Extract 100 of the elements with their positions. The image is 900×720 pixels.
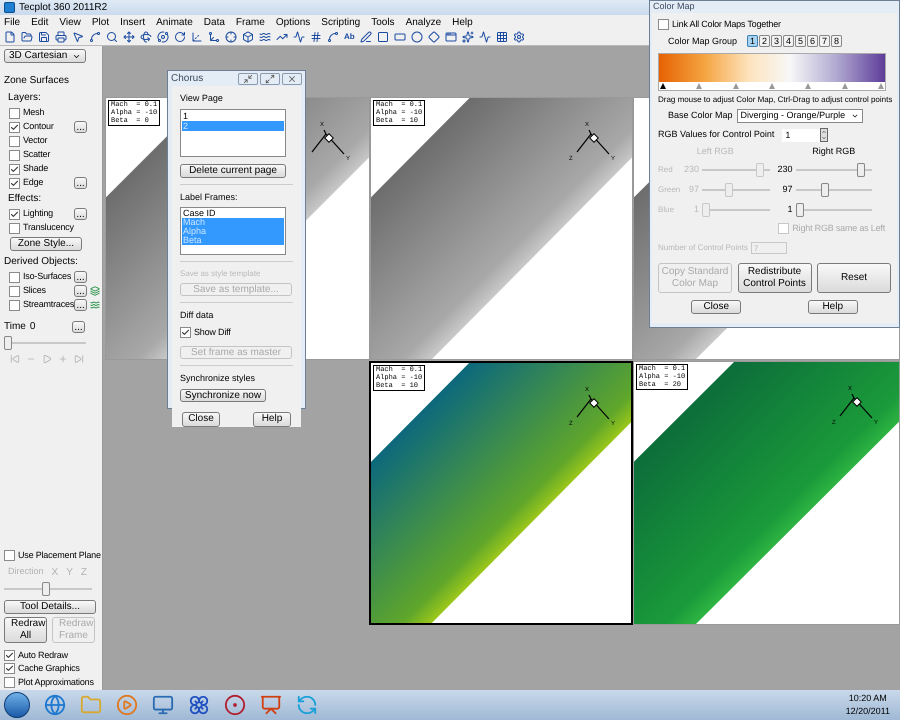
axes-icon[interactable] — [191, 31, 203, 43]
synchronize-button[interactable]: Synchronize now — [180, 388, 266, 402]
rotate-icon[interactable] — [174, 31, 186, 43]
orbit-icon[interactable] — [157, 31, 169, 43]
curve-icon[interactable] — [327, 31, 339, 43]
target-icon[interactable] — [224, 694, 246, 716]
dialog-button[interactable]: Help — [808, 300, 858, 314]
checkbox[interactable] — [9, 164, 20, 174]
menu-item[interactable]: Help — [452, 14, 473, 30]
group-button[interactable]: 3 — [771, 35, 782, 48]
grid-icon[interactable] — [496, 31, 508, 43]
diamond-icon[interactable] — [428, 31, 440, 43]
checkbox[interactable] — [4, 663, 15, 674]
checkbox[interactable] — [9, 286, 20, 296]
zoom-icon[interactable] — [106, 31, 118, 43]
wave-icon[interactable] — [90, 300, 100, 310]
more-button[interactable]: ... — [74, 299, 88, 311]
group-button[interactable]: 7 — [819, 35, 830, 48]
checkbox[interactable] — [9, 272, 20, 282]
maximize-icon[interactable] — [260, 72, 280, 84]
control-point-marker[interactable] — [805, 83, 812, 89]
more-button[interactable]: ... — [74, 177, 87, 189]
slider-thumb[interactable] — [796, 202, 804, 216]
square-icon[interactable] — [376, 31, 389, 43]
close-icon[interactable] — [282, 72, 302, 84]
monitor-icon[interactable] — [152, 694, 174, 716]
control-point-marker[interactable] — [842, 83, 848, 89]
group-button[interactable]: 6 — [807, 35, 818, 48]
plot-type-dropdown[interactable]: 3D Cartesian — [4, 49, 86, 63]
dialog-button[interactable]: Close — [182, 412, 220, 426]
slider[interactable] — [4, 582, 92, 596]
checkbox[interactable] — [9, 122, 20, 132]
pen-icon[interactable] — [360, 31, 372, 43]
checkbox[interactable] — [4, 676, 15, 688]
slider[interactable] — [796, 182, 872, 196]
color-bar[interactable] — [658, 53, 886, 91]
checkbox[interactable] — [9, 150, 20, 160]
checkbox[interactable] — [9, 222, 20, 234]
more-button[interactable]: ... — [74, 121, 87, 133]
slides-icon[interactable] — [260, 694, 282, 716]
group-button[interactable]: 2 — [759, 35, 770, 48]
list-item[interactable]: Case ID — [182, 209, 284, 218]
menu-item[interactable]: Edit — [31, 14, 48, 30]
control-point-marker[interactable] — [732, 83, 739, 89]
menu-item[interactable]: View — [59, 14, 81, 30]
menu-item[interactable]: Analyze — [406, 14, 442, 30]
checkbox[interactable] — [9, 178, 20, 188]
slider[interactable] — [796, 202, 872, 216]
slider[interactable] — [702, 182, 770, 196]
pointer-icon[interactable] — [72, 31, 84, 43]
more-button[interactable]: ... — [74, 285, 87, 297]
settings-icon[interactable] — [512, 31, 525, 43]
menu-item[interactable]: Animate — [156, 14, 193, 30]
menu-item[interactable]: Scripting — [321, 14, 360, 30]
list-item[interactable]: 1 — [182, 110, 284, 120]
slider-thumb[interactable] — [821, 182, 830, 196]
control-point-marker[interactable] — [768, 83, 775, 89]
slider[interactable] — [702, 162, 770, 176]
checkbox[interactable] — [9, 208, 20, 220]
grid-icon[interactable] — [310, 31, 322, 43]
printer-icon[interactable] — [55, 31, 67, 43]
dialog-button[interactable]: Close — [691, 300, 742, 314]
menu-item[interactable]: Insert — [120, 14, 146, 30]
slider-thumb[interactable] — [4, 336, 12, 350]
redraw-button[interactable]: Redraw All — [4, 616, 47, 642]
control-point-marker[interactable] — [696, 83, 702, 89]
save-icon[interactable] — [38, 31, 50, 43]
menu-item[interactable]: File — [4, 14, 20, 30]
wave-icon[interactable] — [259, 31, 271, 43]
scatter-icon[interactable] — [462, 31, 474, 43]
checkbox[interactable] — [658, 19, 669, 30]
menu-item[interactable]: Frame — [236, 14, 265, 30]
menu-item[interactable]: Plot — [92, 14, 110, 30]
line-icon[interactable] — [276, 31, 288, 43]
slider-thumb[interactable] — [856, 162, 865, 176]
rectangle-icon[interactable] — [394, 31, 406, 43]
dialog-button[interactable]: Help — [253, 412, 291, 426]
slider[interactable] — [796, 162, 872, 176]
slider[interactable] — [4, 336, 86, 350]
more-button[interactable]: ... — [74, 208, 87, 220]
probe-icon[interactable] — [293, 31, 305, 43]
group-button[interactable]: 8 — [831, 35, 842, 48]
move-icon[interactable] — [123, 31, 135, 43]
more-button[interactable]: ... — [74, 271, 87, 283]
group-button[interactable]: 4 — [783, 35, 794, 48]
menu-item[interactable]: Tools — [371, 14, 395, 30]
menu-item[interactable]: Options — [276, 14, 310, 30]
delete-page-button[interactable]: Delete current page — [180, 164, 286, 178]
checkbox[interactable] — [9, 136, 20, 146]
spinner[interactable] — [820, 128, 828, 142]
action-button[interactable]: Reset — [817, 263, 891, 293]
crosshair-icon[interactable] — [225, 31, 237, 43]
window-icon[interactable] — [444, 31, 457, 43]
circle-icon[interactable] — [410, 31, 423, 43]
menu-item[interactable]: Data — [204, 14, 225, 30]
line-icon[interactable] — [478, 31, 491, 43]
checkbox[interactable] — [4, 650, 15, 661]
base-map-dropdown[interactable]: Diverging - Orange/Purple — [736, 109, 863, 123]
more-button[interactable]: ... — [72, 320, 85, 332]
control-point-marker[interactable] — [878, 83, 884, 89]
